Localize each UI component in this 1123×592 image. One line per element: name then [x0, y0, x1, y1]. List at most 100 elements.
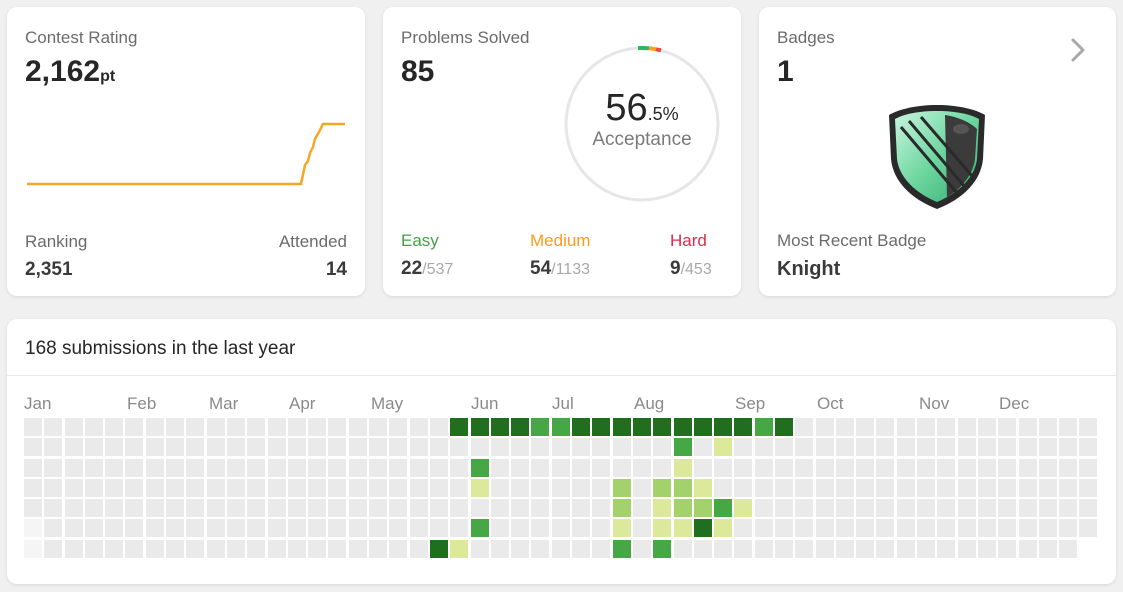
heatmap-cell[interactable] — [125, 478, 144, 497]
heatmap-cell[interactable] — [531, 438, 550, 457]
heatmap-cell[interactable] — [450, 458, 469, 477]
heatmap-cell[interactable] — [24, 438, 42, 457]
heatmap-cell[interactable] — [531, 519, 550, 538]
heatmap-cell[interactable] — [105, 458, 124, 477]
heatmap-cell[interactable] — [896, 539, 915, 558]
heatmap-cell[interactable] — [632, 458, 651, 477]
heatmap-cell[interactable] — [1018, 458, 1037, 477]
heatmap-cell[interactable] — [328, 438, 347, 457]
heatmap-cell[interactable] — [957, 499, 976, 518]
heatmap-cell[interactable] — [957, 458, 976, 477]
heatmap-cell[interactable] — [896, 458, 915, 477]
heatmap-cell[interactable] — [24, 519, 42, 538]
heatmap-cell[interactable] — [226, 458, 245, 477]
heatmap-cell[interactable] — [328, 519, 347, 538]
heatmap-cell[interactable] — [145, 539, 164, 558]
heatmap-cell[interactable] — [145, 519, 164, 538]
heatmap-cell[interactable] — [125, 519, 144, 538]
heatmap-cell[interactable] — [592, 478, 611, 497]
heatmap-cell[interactable] — [774, 458, 793, 477]
heatmap-cell[interactable] — [774, 478, 793, 497]
heatmap-cell[interactable] — [166, 539, 185, 558]
heatmap-cell[interactable] — [166, 499, 185, 518]
heatmap-cell[interactable] — [917, 499, 936, 518]
heatmap-cell[interactable] — [84, 519, 103, 538]
heatmap-cell[interactable] — [714, 539, 733, 558]
heatmap-cell[interactable] — [937, 458, 956, 477]
heatmap-cell[interactable] — [206, 438, 225, 457]
heatmap-cell[interactable] — [369, 499, 388, 518]
heatmap-cell[interactable] — [693, 499, 712, 518]
heatmap-cell[interactable] — [795, 499, 814, 518]
heatmap-cell[interactable] — [186, 478, 205, 497]
heatmap-cell[interactable] — [612, 478, 631, 497]
heatmap-cell[interactable] — [774, 499, 793, 518]
heatmap-cell[interactable] — [145, 478, 164, 497]
heatmap-cell[interactable] — [998, 539, 1017, 558]
heatmap-cell[interactable] — [44, 539, 63, 558]
heatmap-cell[interactable] — [835, 438, 854, 457]
heatmap-cell[interactable] — [429, 438, 448, 457]
heatmap-cell[interactable] — [1038, 418, 1057, 436]
heatmap-cell[interactable] — [977, 438, 996, 457]
heatmap-cell[interactable] — [308, 438, 327, 457]
heatmap-cell[interactable] — [734, 418, 753, 436]
heatmap-cell[interactable] — [511, 458, 530, 477]
heatmap-cell[interactable] — [490, 458, 509, 477]
heatmap-cell[interactable] — [572, 478, 591, 497]
heatmap-cell[interactable] — [247, 478, 266, 497]
heatmap-cell[interactable] — [734, 438, 753, 457]
heatmap-cell[interactable] — [226, 519, 245, 538]
heatmap-cell[interactable] — [531, 418, 550, 436]
heatmap-cell[interactable] — [1018, 539, 1037, 558]
heatmap-cell[interactable] — [937, 438, 956, 457]
heatmap-cell[interactable] — [166, 438, 185, 457]
heatmap-cell[interactable] — [1079, 478, 1098, 497]
heatmap-cell[interactable] — [328, 499, 347, 518]
heatmap-cell[interactable] — [754, 418, 773, 436]
heatmap-cell[interactable] — [44, 519, 63, 538]
heatmap-cell[interactable] — [308, 478, 327, 497]
heatmap-cell[interactable] — [226, 418, 245, 436]
heatmap-cell[interactable] — [734, 478, 753, 497]
heatmap-cell[interactable] — [348, 539, 367, 558]
heatmap-cell[interactable] — [247, 458, 266, 477]
heatmap-cell[interactable] — [287, 478, 306, 497]
heatmap-cell[interactable] — [815, 458, 834, 477]
heatmap-cell[interactable] — [998, 458, 1017, 477]
heatmap-cell[interactable] — [998, 499, 1017, 518]
heatmap-cell[interactable] — [389, 458, 408, 477]
heatmap-cell[interactable] — [105, 499, 124, 518]
heatmap-cell[interactable] — [632, 478, 651, 497]
heatmap-cell[interactable] — [856, 539, 875, 558]
heatmap-cell[interactable] — [328, 458, 347, 477]
heatmap-cell[interactable] — [856, 499, 875, 518]
heatmap-cell[interactable] — [592, 438, 611, 457]
heatmap-cell[interactable] — [815, 418, 834, 436]
heatmap-cell[interactable] — [937, 499, 956, 518]
heatmap-cell[interactable] — [957, 438, 976, 457]
heatmap-cell[interactable] — [44, 478, 63, 497]
heatmap-cell[interactable] — [1059, 539, 1078, 558]
heatmap-cell[interactable] — [429, 418, 448, 436]
heatmap-cell[interactable] — [186, 418, 205, 436]
heatmap-cell[interactable] — [369, 418, 388, 436]
heatmap-cell[interactable] — [714, 418, 733, 436]
heatmap-cell[interactable] — [754, 519, 773, 538]
heatmap-cell[interactable] — [734, 458, 753, 477]
heatmap-cell[interactable] — [917, 458, 936, 477]
heatmap-cell[interactable] — [145, 499, 164, 518]
heatmap-cell[interactable] — [64, 438, 83, 457]
heatmap-cell[interactable] — [308, 458, 327, 477]
heatmap-cell[interactable] — [389, 539, 408, 558]
heatmap-cell[interactable] — [673, 418, 692, 436]
heatmap-cell[interactable] — [734, 539, 753, 558]
heatmap-cell[interactable] — [1059, 438, 1078, 457]
heatmap-cell[interactable] — [856, 519, 875, 538]
heatmap-cell[interactable] — [592, 519, 611, 538]
heatmap-cell[interactable] — [592, 418, 611, 436]
heatmap-cell[interactable] — [1079, 499, 1098, 518]
heatmap-cell[interactable] — [409, 539, 428, 558]
heatmap-cell[interactable] — [267, 478, 286, 497]
heatmap-cell[interactable] — [876, 519, 895, 538]
